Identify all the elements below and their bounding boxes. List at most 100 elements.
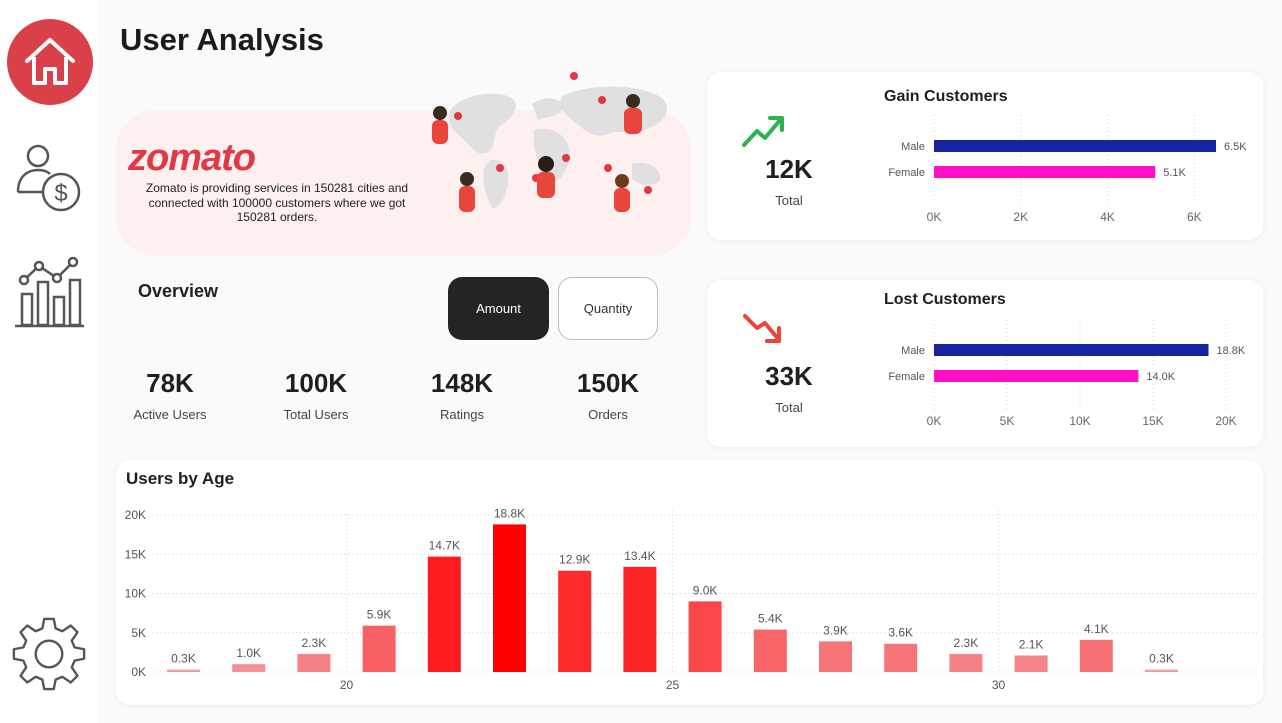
data-label: 3.6K <box>888 626 913 640</box>
sidebar-item-customer-money[interactable]: $ <box>12 140 86 214</box>
age-bar <box>1014 655 1048 672</box>
data-label: 12.9K <box>559 553 590 567</box>
age-bar <box>949 653 983 672</box>
age-bar <box>688 601 722 672</box>
data-label: 6.5K <box>1224 141 1247 153</box>
sidebar-item-settings[interactable] <box>12 617 86 691</box>
y-category-label: Male <box>901 345 925 357</box>
x-tick-label: 0K <box>927 414 942 428</box>
data-label: 5.9K <box>367 608 392 622</box>
x-tick-label: 20 <box>340 678 354 692</box>
world-map-illustration <box>432 72 667 212</box>
y-tick-label: 5K <box>131 626 146 640</box>
age-bar <box>558 570 592 672</box>
kpi-label: Ratings <box>439 407 485 422</box>
bar-line-chart-icon <box>15 256 84 328</box>
age-bar <box>297 653 331 672</box>
y-category-label: Female <box>888 371 925 383</box>
x-tick-label: 20K <box>1215 414 1236 428</box>
lost-total-value: 33K <box>765 361 813 391</box>
x-tick-label: 0K <box>927 210 942 224</box>
data-label: 18.8K <box>1216 345 1245 357</box>
data-label: 5.4K <box>758 612 783 626</box>
data-label: 1.0K <box>236 646 261 660</box>
gain-customers-chart: 0K 2K 4K 6K Male 6.5K Female 5.1K <box>888 115 1247 224</box>
x-tick-label: 5K <box>1000 414 1015 428</box>
age-bar <box>819 641 852 672</box>
bar <box>934 140 1216 152</box>
svg-text:$: $ <box>54 180 67 207</box>
users-by-age-title: Users by Age <box>126 469 235 488</box>
y-category-label: Male <box>901 141 925 153</box>
zomato-logo: zomato <box>128 137 256 179</box>
kpi-ratings: 148K Ratings <box>402 368 522 422</box>
x-tick-label: 4K <box>1100 210 1115 224</box>
data-label: 4.1K <box>1084 622 1109 636</box>
kpi-active-users: 78K Active Users <box>110 368 230 422</box>
bar <box>934 166 1156 178</box>
lost-customers-title: Lost Customers <box>884 291 1006 308</box>
data-label: 3.9K <box>823 623 848 637</box>
data-label: 14.7K <box>429 539 460 553</box>
kpi-total-users: 100K Total Users <box>256 368 376 422</box>
age-bar <box>362 625 396 672</box>
trend-down-icon <box>743 314 781 343</box>
age-bar <box>623 566 657 672</box>
kpi-value: 150K <box>576 368 640 398</box>
sidebar-item-home[interactable] <box>7 19 93 105</box>
data-label: 2.3K <box>954 636 979 650</box>
data-label: 0.3K <box>171 652 196 666</box>
age-bar <box>884 643 918 672</box>
data-label: 14.0K <box>1146 371 1175 383</box>
lost-customers-chart: 0K 5K 10K 15K 20K Male 18.8K Female 14.0K <box>888 320 1246 428</box>
overview-title: Overview <box>138 281 219 301</box>
data-label: 9.0K <box>693 583 718 597</box>
age-bar <box>753 629 787 672</box>
age-bar <box>427 556 461 672</box>
y-tick-label: 20K <box>125 508 146 522</box>
bar <box>934 344 1209 356</box>
y-category-label: Female <box>888 167 925 179</box>
x-tick-label: 6K <box>1187 210 1202 224</box>
data-label: 13.4K <box>624 549 655 563</box>
lost-total-label: Total <box>775 400 803 415</box>
page-title: User Analysis <box>120 22 324 57</box>
kpi-label: Total Users <box>283 407 349 422</box>
gain-total-label: Total <box>775 193 803 208</box>
y-tick-label: 15K <box>125 547 146 561</box>
y-tick-label: 0K <box>131 665 146 679</box>
home-icon <box>25 38 75 85</box>
x-tick-label: 15K <box>1142 414 1163 428</box>
kpi-label: Active Users <box>133 407 207 422</box>
users-by-age-chart: 0K 5K 10K 15K 20K 0.3K 1.0K 2.3K 5.9K 14.7K 18.8K 1… <box>125 506 1258 692</box>
age-bar <box>167 669 200 672</box>
data-label: 5.1K <box>1163 167 1186 179</box>
amount-button[interactable]: Amount <box>448 277 549 340</box>
x-tick-label: 10K <box>1069 414 1090 428</box>
gain-total-value: 12K <box>765 154 813 184</box>
sidebar-item-analytics[interactable] <box>12 254 86 328</box>
data-label: 2.1K <box>1019 638 1044 652</box>
age-bar <box>232 664 266 672</box>
gear-icon <box>12 617 86 691</box>
bar <box>934 370 1139 382</box>
trend-up-icon <box>742 116 784 147</box>
age-bar <box>493 524 526 672</box>
y-tick-label: 10K <box>125 587 146 601</box>
data-label: 18.8K <box>494 506 525 520</box>
data-label: 2.3K <box>302 636 327 650</box>
x-tick-label: 30 <box>992 678 1006 692</box>
user-dollar-icon: $ <box>16 144 81 212</box>
quantity-button[interactable]: Quantity <box>558 277 658 340</box>
kpi-value: 78K <box>146 368 194 398</box>
age-bar <box>1145 669 1178 672</box>
age-bar <box>1079 639 1113 672</box>
kpi-label: Orders <box>588 407 628 422</box>
data-label: 0.3K <box>1149 652 1174 666</box>
x-tick-label: 25 <box>666 678 680 692</box>
x-tick-label: 2K <box>1013 210 1028 224</box>
kpi-orders: 150K Orders <box>548 368 668 422</box>
banner-description: Zomato is providing services in 150281 c… <box>145 181 409 224</box>
kpi-value: 148K <box>430 368 494 398</box>
kpi-value: 100K <box>284 368 348 398</box>
